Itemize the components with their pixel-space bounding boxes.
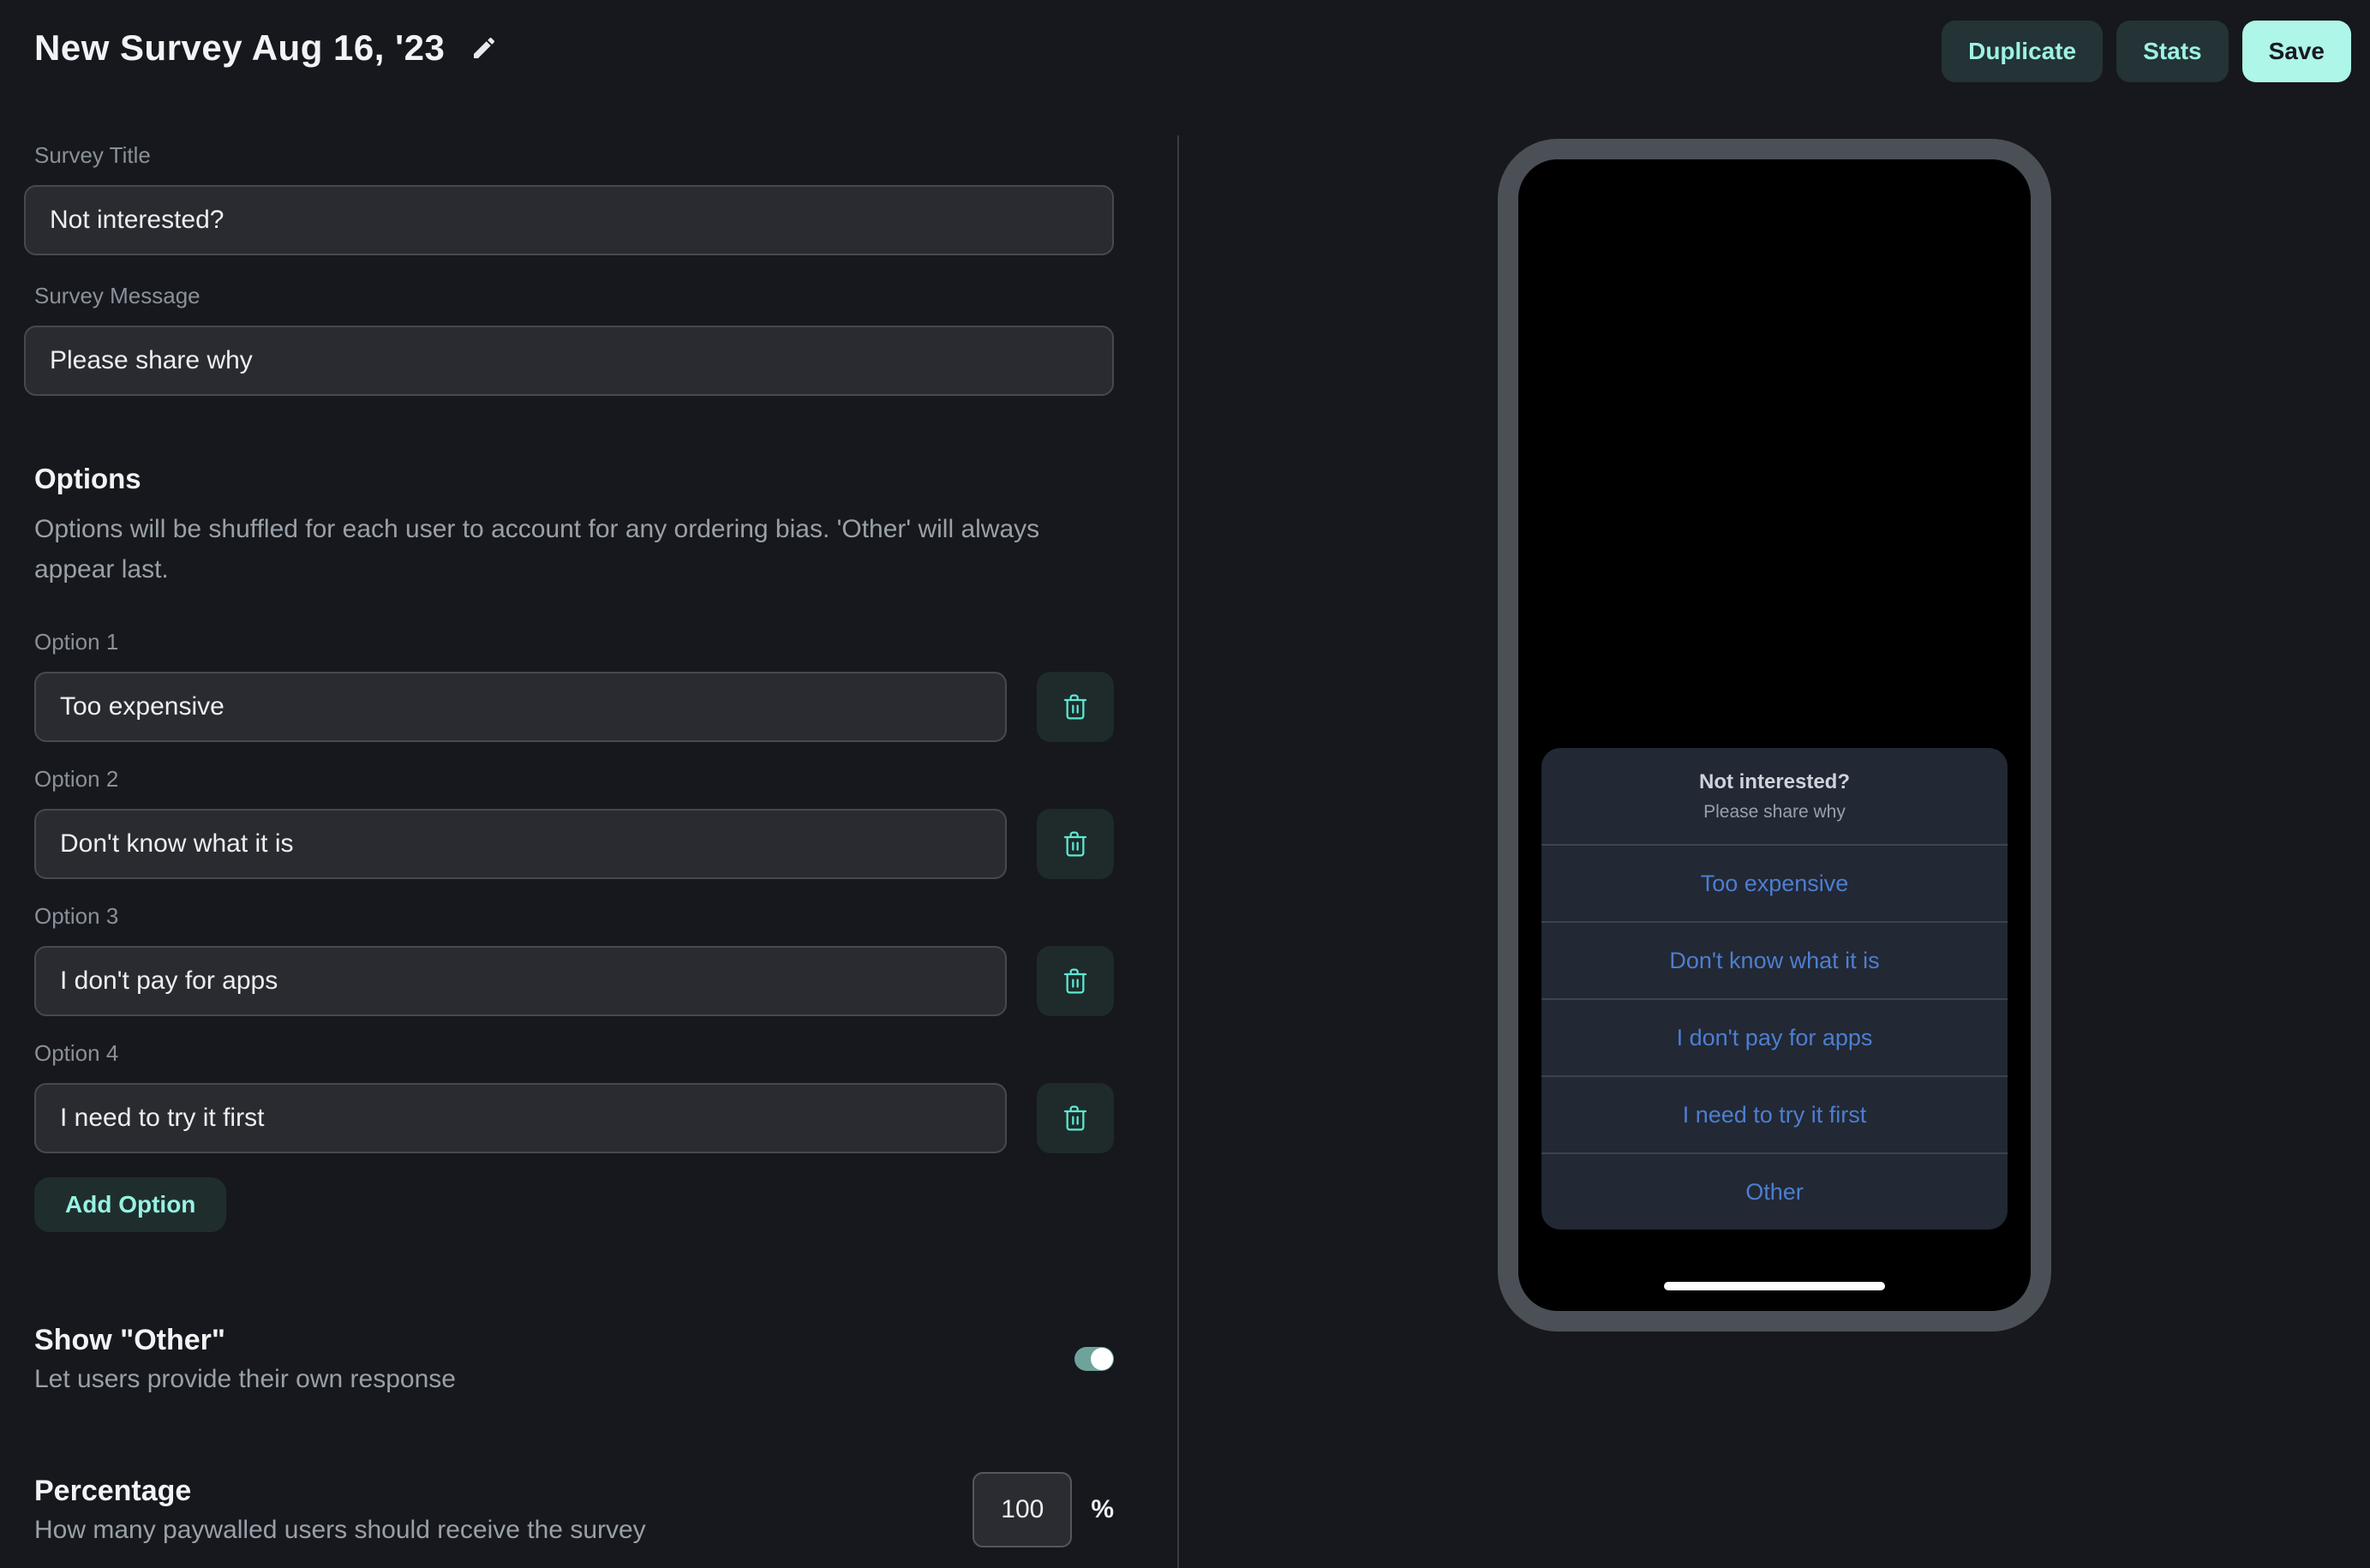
preview-panel: Not interested? Please share why Too exp… [1177,135,2370,1568]
survey-editor-app: New Survey Aug 16, '23 Duplicate Stats S… [0,0,2370,1568]
show-other-toggle[interactable] [1074,1347,1114,1371]
header-buttons: Duplicate Stats Save [1942,21,2351,82]
preview-survey-card: Not interested? Please share why Too exp… [1541,748,2008,1230]
survey-message-label: Survey Message [34,283,1114,308]
preview-card-subtitle: Please share why [1703,802,1846,823]
save-button[interactable]: Save [2242,21,2351,82]
preview-card-title: Not interested? [1699,770,1850,794]
option-group-4: Option 4 [34,1040,1114,1153]
trash-icon [1062,967,1089,995]
option-4-label: Option 4 [34,1040,1114,1066]
percentage-input-group: % [973,1472,1114,1547]
survey-title-label: Survey Title [34,142,1114,168]
option-group-2: Option 2 [34,766,1114,879]
option-row [34,946,1114,1016]
survey-message-input[interactable] [24,326,1114,396]
option-4-input[interactable] [34,1083,1007,1153]
option-1-label: Option 1 [34,629,1114,655]
option-group-3: Option 3 [34,903,1114,1016]
preview-card-header: Not interested? Please share why [1541,748,2008,844]
page-title: New Survey Aug 16, '23 [34,27,445,69]
preview-option-3: I don't pay for apps [1541,998,2008,1075]
add-option-button[interactable]: Add Option [34,1177,226,1232]
percentage-heading: Percentage [34,1474,646,1508]
trash-icon [1062,830,1089,858]
phone-preview: Not interested? Please share why Too exp… [1498,139,2051,1332]
preview-option-1: Too expensive [1541,844,2008,921]
option-row [34,672,1114,742]
trash-icon [1062,1104,1089,1132]
preview-option-4: I need to try it first [1541,1075,2008,1152]
show-other-text: Show "Other" Let users provide their own… [34,1323,456,1395]
option-row [34,809,1114,879]
percentage-input[interactable] [973,1472,1072,1547]
show-other-heading: Show "Other" [34,1323,456,1357]
options-heading: Options [34,463,1114,495]
percentage-description: How many paywalled users should receive … [34,1515,646,1546]
preview-option-other: Other [1541,1152,2008,1230]
phone-screen: Not interested? Please share why Too exp… [1518,159,2031,1311]
show-other-description: Let users provide their own response [34,1364,456,1395]
edit-title-icon[interactable] [470,34,498,62]
percentage-row: Percentage How many paywalled users shou… [34,1472,1114,1547]
option-3-label: Option 3 [34,903,1114,929]
delete-option-2-button[interactable] [1037,809,1114,879]
delete-option-1-button[interactable] [1037,672,1114,742]
duplicate-button[interactable]: Duplicate [1942,21,2103,82]
delete-option-3-button[interactable] [1037,946,1114,1016]
option-row [34,1083,1114,1153]
header: New Survey Aug 16, '23 Duplicate Stats S… [0,0,2370,135]
main-content: Survey Title Survey Message Options Opti… [0,135,2370,1568]
options-description: Options will be shuffled for each user t… [34,509,1097,589]
option-1-input[interactable] [34,672,1007,742]
survey-form-panel: Survey Title Survey Message Options Opti… [0,135,1177,1568]
trash-icon [1062,693,1089,721]
option-group-1: Option 1 [34,629,1114,742]
option-2-input[interactable] [34,809,1007,879]
title-row: New Survey Aug 16, '23 [34,27,498,69]
percentage-text: Percentage How many paywalled users shou… [34,1474,646,1546]
delete-option-4-button[interactable] [1037,1083,1114,1153]
preview-option-2: Don't know what it is [1541,921,2008,998]
survey-title-input[interactable] [24,185,1114,255]
option-3-input[interactable] [34,946,1007,1016]
show-other-row: Show "Other" Let users provide their own… [34,1323,1114,1395]
home-indicator [1664,1282,1885,1290]
percent-sign: % [1091,1495,1114,1524]
stats-button[interactable]: Stats [2116,21,2228,82]
option-2-label: Option 2 [34,766,1114,792]
toggle-knob [1091,1348,1113,1370]
